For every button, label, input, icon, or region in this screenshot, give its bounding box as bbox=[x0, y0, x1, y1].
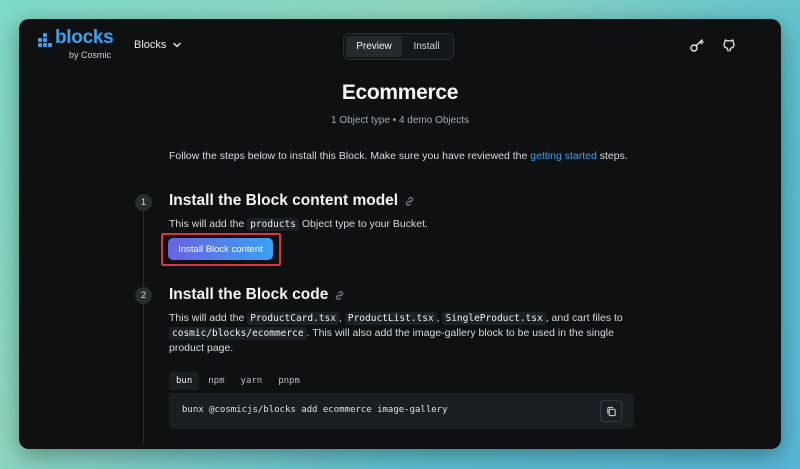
intro-text: Follow the steps below to install this B… bbox=[169, 150, 628, 162]
separator-1: , bbox=[339, 312, 345, 324]
app-window: blocks by Cosmic Blocks Preview Install … bbox=[19, 19, 781, 449]
tab-pnpm[interactable]: pnpm bbox=[271, 372, 307, 390]
getting-started-link[interactable]: getting started bbox=[530, 150, 597, 162]
link-icon[interactable] bbox=[334, 290, 345, 301]
intro-prefix: Follow the steps below to install this B… bbox=[169, 150, 531, 162]
link-icon[interactable] bbox=[404, 196, 415, 207]
step-2-desc-prefix: This will add the bbox=[169, 312, 248, 324]
step-2-line-3: product page. bbox=[169, 342, 234, 354]
intro-suffix: steps. bbox=[596, 150, 628, 162]
tab-preview[interactable]: Preview bbox=[346, 36, 402, 57]
steps-timeline bbox=[143, 203, 144, 443]
logo-subtext: by Cosmic bbox=[69, 50, 112, 60]
step-1-number: 1 bbox=[135, 194, 152, 211]
tab-bun[interactable]: bun bbox=[169, 372, 200, 390]
step-2-line-2-suffix: . This will also add the image-gallery b… bbox=[306, 327, 614, 339]
tab-install[interactable]: Install bbox=[402, 36, 451, 57]
github-icon[interactable] bbox=[722, 37, 738, 53]
step-2-line-1-suffix: , and cart files to bbox=[545, 312, 623, 324]
step-1-desc-suffix: Object type to your Bucket. bbox=[298, 218, 428, 230]
install-block-content-button[interactable]: Install Block content bbox=[168, 238, 273, 260]
step-2-description: This will add the ProductCard.tsx, Produ… bbox=[169, 311, 639, 356]
page-title: Ecommerce bbox=[341, 81, 459, 104]
step-2-line-2: cosmic/blocks/ecommerce. This will also … bbox=[169, 326, 639, 341]
key-icon[interactable] bbox=[689, 37, 705, 53]
command-code-block: bunx @cosmicjs/blocks add ecommerce imag… bbox=[169, 393, 634, 429]
products-code: products bbox=[247, 218, 299, 231]
page-subtitle: 1 Object type • 4 demo Objects bbox=[330, 115, 469, 126]
view-toggle: Preview Install bbox=[343, 33, 454, 60]
tab-yarn[interactable]: yarn bbox=[234, 372, 270, 390]
blocks-logo-icon bbox=[38, 33, 53, 48]
step-2-number: 2 bbox=[135, 287, 152, 304]
step-1-description: This will add the products Object type t… bbox=[169, 217, 428, 232]
blocks-menu-button[interactable]: Blocks bbox=[134, 39, 182, 51]
step-1-title: Install the Block content model bbox=[169, 192, 415, 210]
logo-text: blocks bbox=[55, 27, 114, 48]
singleproduct-code: SingleProduct.tsx bbox=[442, 312, 546, 325]
step-1-title-text: Install the Block content model bbox=[169, 192, 399, 209]
tab-npm[interactable]: npm bbox=[201, 372, 231, 390]
top-bar: blocks by Cosmic Blocks Preview Install bbox=[19, 19, 781, 77]
install-command[interactable]: bunx @cosmicjs/blocks add ecommerce imag… bbox=[182, 405, 448, 415]
ecommerce-path-code: cosmic/blocks/ecommerce bbox=[169, 327, 307, 340]
step-2-title: Install the Block code bbox=[169, 286, 345, 304]
step-1-desc-prefix: This will add the bbox=[169, 218, 248, 230]
productlist-code: ProductList.tsx bbox=[344, 312, 437, 325]
step-2-title-text: Install the Block code bbox=[169, 286, 329, 303]
productcard-code: ProductCard.tsx bbox=[247, 312, 339, 325]
chevron-down-icon bbox=[173, 42, 182, 48]
step-2-line-1: This will add the ProductCard.tsx, Produ… bbox=[169, 311, 639, 326]
copy-button[interactable] bbox=[600, 400, 622, 422]
package-manager-tabs: bun npm yarn pnpm bbox=[169, 372, 307, 390]
copy-icon bbox=[606, 406, 616, 416]
blocks-menu-label: Blocks bbox=[134, 39, 167, 51]
